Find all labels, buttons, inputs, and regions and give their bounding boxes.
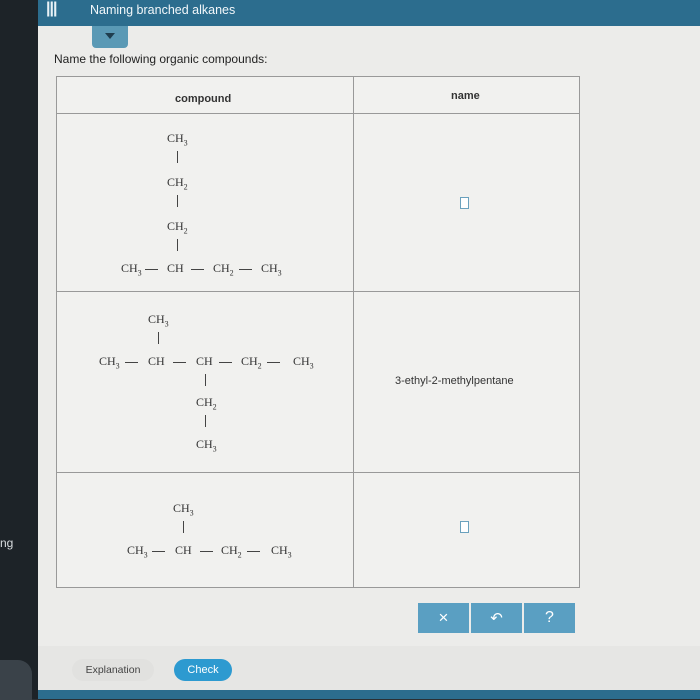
left-strip bbox=[0, 0, 38, 699]
bond-horizontal bbox=[145, 269, 158, 270]
bond-horizontal bbox=[267, 362, 280, 363]
bond-horizontal bbox=[247, 551, 260, 552]
row-divider bbox=[57, 291, 579, 292]
ch3-group: CH3 bbox=[99, 354, 120, 371]
chevron-down-icon bbox=[105, 33, 115, 39]
ch3-group: CH3 bbox=[121, 261, 142, 278]
undo-button[interactable]: ↶ bbox=[471, 603, 522, 633]
explanation-button[interactable]: Explanation bbox=[72, 659, 154, 681]
ch2-group: CH2 bbox=[221, 543, 242, 560]
bond-vertical bbox=[177, 151, 178, 163]
ch3-group: CH3 bbox=[127, 543, 148, 560]
help-button[interactable]: ? bbox=[524, 603, 575, 633]
bond-vertical bbox=[158, 332, 159, 344]
column-divider bbox=[353, 77, 354, 587]
row-divider bbox=[57, 472, 579, 473]
main-panel: Name the following organic compounds: co… bbox=[38, 26, 700, 690]
clear-button[interactable]: × bbox=[418, 603, 469, 633]
bond-horizontal bbox=[173, 362, 186, 363]
compound-table: compound name CH3 CH2 CH2 CH3 CH CH2 CH3… bbox=[56, 76, 580, 588]
bond-vertical bbox=[177, 239, 178, 251]
ch3-group: CH3 bbox=[173, 501, 194, 518]
action-toolbar: × ↶ ? bbox=[418, 603, 577, 633]
bond-vertical bbox=[183, 521, 184, 533]
bond-horizontal bbox=[219, 362, 232, 363]
header-name: name bbox=[451, 90, 480, 102]
bond-horizontal bbox=[125, 362, 138, 363]
bond-horizontal bbox=[239, 269, 252, 270]
bottom-bar bbox=[38, 690, 700, 699]
side-fragment-text: ng bbox=[0, 536, 14, 550]
ch-group: CH bbox=[175, 543, 192, 557]
answer-row2[interactable]: 3-ethyl-2-methylpentane bbox=[395, 375, 514, 387]
bond-vertical bbox=[205, 374, 206, 386]
ch3-group: CH3 bbox=[261, 261, 282, 278]
ch-group: CH bbox=[167, 261, 184, 275]
bond-horizontal bbox=[200, 551, 213, 552]
side-avatar bbox=[0, 660, 32, 700]
ch3-group: CH3 bbox=[271, 543, 292, 560]
footer-bar: Explanation Check bbox=[38, 646, 700, 690]
bond-vertical bbox=[177, 195, 178, 207]
answer-input-row1[interactable] bbox=[460, 197, 469, 209]
row-divider bbox=[57, 113, 579, 114]
question-prompt: Name the following organic compounds: bbox=[54, 52, 268, 66]
ch2-group: CH2 bbox=[196, 395, 217, 412]
ch2-group: CH2 bbox=[167, 219, 188, 236]
menu-icon[interactable]: ||| bbox=[46, 0, 57, 18]
top-header: ||| Naming branched alkanes bbox=[38, 0, 700, 26]
header-compound: compound bbox=[175, 93, 232, 105]
ch-group: CH bbox=[196, 354, 213, 368]
ch-group: CH bbox=[148, 354, 165, 368]
answer-input-row3[interactable] bbox=[460, 521, 469, 533]
ch3-group: CH3 bbox=[293, 354, 314, 371]
ch2-group: CH2 bbox=[167, 175, 188, 192]
page-title: Naming branched alkanes bbox=[90, 3, 236, 17]
ch3-group: CH3 bbox=[196, 437, 217, 454]
bond-horizontal bbox=[191, 269, 204, 270]
check-button[interactable]: Check bbox=[174, 659, 232, 681]
bond-vertical bbox=[205, 415, 206, 427]
bond-horizontal bbox=[152, 551, 165, 552]
ch2-group: CH2 bbox=[213, 261, 234, 278]
ch3-group: CH3 bbox=[167, 131, 188, 148]
ch3-group: CH3 bbox=[148, 312, 169, 329]
ch2-group: CH2 bbox=[241, 354, 262, 371]
collapse-toggle[interactable] bbox=[92, 26, 128, 48]
